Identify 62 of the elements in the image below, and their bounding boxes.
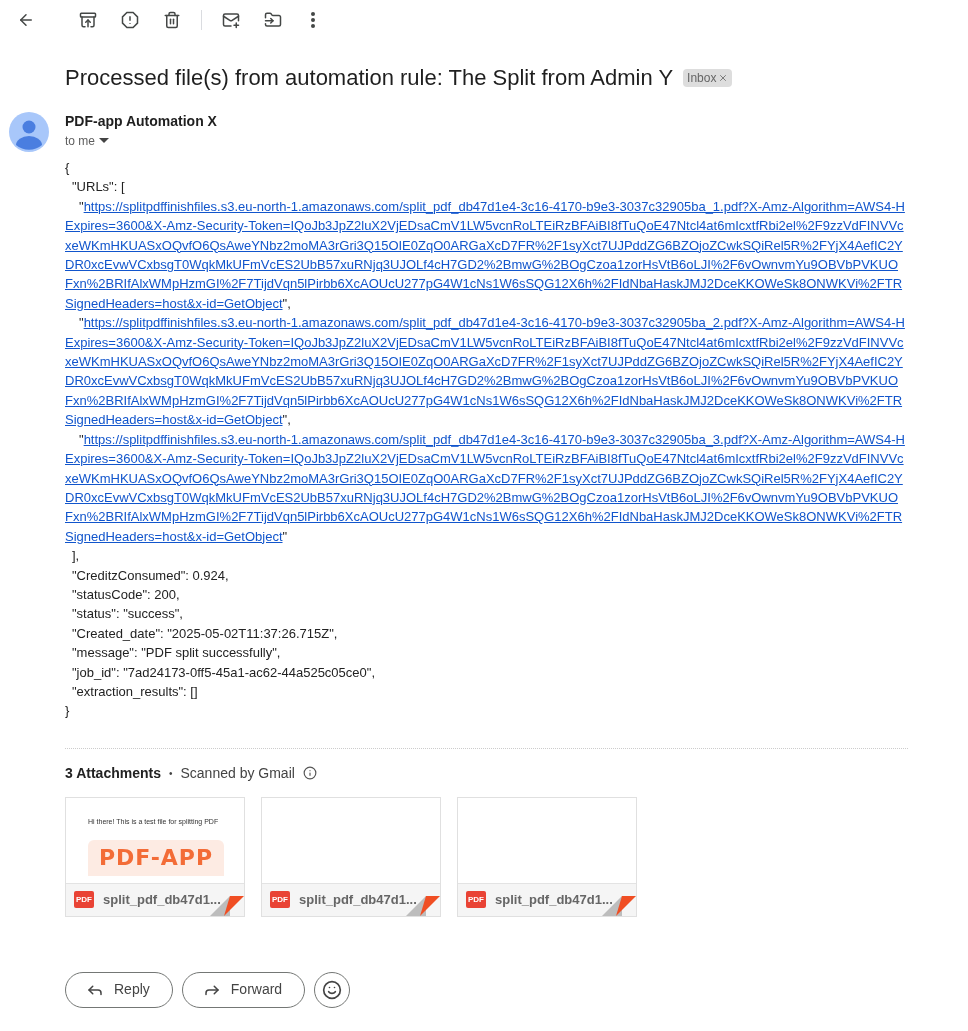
attachment-card[interactable]: PDF split_pdf_db47d1... — [457, 796, 637, 917]
url-link[interactable]: Expires=3600&X-Amz-Security-Token=IQoJb3JpZ2luX2VjEDsaCmV1LW5vcnRoLTEiRzBFAiBI8fTuQoE47Ntcl4at6mIcxtfRbi2el%2F9zzVdFINVVc — [65, 332, 904, 353]
folder-icon — [264, 10, 282, 29]
url-link[interactable]: SignedHeaders=host&x-id=GetObject — [65, 526, 283, 547]
attachment-card[interactable]: PDF split_pdf_db47d1... — [261, 796, 441, 917]
url-link[interactable]: https://splitpdffinishfiles.s3.eu-north-1.amazonaws.com/split_pdf_db47d1e4-3c16-4170-b9e3-3037c32905ba_1.pdf?X-Amz-Algorithm=AWS4-H — [83, 196, 905, 217]
json-line: "job_id": "7ad24173-0ff5-45a1-ac62-44a525c05ce0", — [72, 664, 375, 680]
info-icon[interactable] — [302, 766, 317, 781]
trash-icon — [163, 10, 181, 29]
recipient-dropdown[interactable]: to me — [65, 132, 217, 150]
separator-dot: • — [168, 766, 173, 781]
more-icon — [311, 11, 315, 28]
json-line: "statusCode": 200, — [72, 586, 180, 602]
logo-banner: PDF-APP — [88, 839, 224, 876]
url-link[interactable]: SignedHeaders=host&x-id=GetObject — [65, 410, 283, 430]
json-line: "Created_date": "2025-05-02T11:37:26.715Z", — [72, 625, 338, 641]
exclamation-icon — [121, 10, 139, 29]
emoji-icon — [322, 979, 343, 1000]
json-line: "CreditzConsumed": 0.924, — [72, 567, 229, 583]
url-link[interactable]: xeWKmHKUASxOQvfO6QsAweYNbz2moMA3rGri3Q15OIE0ZqO0ARGaXcD7FR%2F1syXct7UJPddZG6BZOjoZCwkSQiRel5R%2FYjX4AefIC2Y — [65, 352, 903, 372]
pdf-badge: PDF — [270, 891, 290, 909]
url-link[interactable]: Expires=3600&X-Amz-Security-Token=IQoJb3JpZ2luX2VjEDsaCmV1LW5vcnRoLTEiRzBFAiBI8fTuQoE47Ntcl4at6mIcxtfRbi2el%2F9zzVdFINVVc — [65, 216, 904, 236]
json-line: { — [65, 160, 70, 175]
archive-icon — [79, 10, 97, 29]
file-name: split_pdf_db47d1... — [495, 891, 613, 910]
quote-mark: ", — [282, 294, 291, 313]
url-link[interactable]: https://splitpdffinishfiles.s3.eu-north-1.amazonaws.com/split_pdf_db47d1e4-3c16-4170-b9e3-3037c32905ba_3.pdf?X-Amz-Algorithm=AWS4-H — [83, 429, 905, 450]
scan-note: Scanned by Gmail — [180, 763, 295, 783]
quote-mark: " — [282, 527, 288, 546]
url-link[interactable]: DR0xcEvwVCxbsgT0WqkMkUFmVcES2UbB57xuRNjq3UJOLf4cH7GD2%2BmwG%2BOgCzoa1zorHsVtB6oLJI%2F6vOwnvmYu9OBVbPVKUO — [65, 487, 898, 508]
close-icon[interactable] — [718, 73, 729, 83]
json-line: "extraction_results": [] — [72, 683, 198, 699]
url-link[interactable]: DR0xcEvwVCxbsgT0WqkMkUFmVcES2UbB57xuRNjq3UJOLf4cH7GD2%2BmwG%2BOgCzoa1zorHsVtB6oLJI%2F6vOwnvmYu9OBVbPVKUO — [65, 371, 898, 391]
mail-icon — [222, 10, 240, 29]
sender-name: PDF-app Automation X — [65, 112, 217, 130]
url-link[interactable]: Fxn%2BRIfAlxWMpHzmGI%2F7TijdVqn5lPirbb6XcAOUcU277pG4W1cNs1W6sSQG12X6h%2FIdNbaHaskJMJ2DceKKOWeSk8ONWKVi%2FTR — [65, 274, 903, 294]
caret-icon — [99, 138, 109, 144]
quote-mark: ", — [282, 411, 291, 430]
quote-mark: " — [79, 197, 84, 216]
json-line: "URLs": [ — [72, 179, 125, 195]
avatar-icon — [9, 112, 49, 152]
pdf-badge: PDF — [466, 891, 486, 909]
url-link[interactable]: Fxn%2BRIfAlxWMpHzmGI%2F7TijdVqn5lPirbb6XcAOUcU277pG4W1cNs1W6sSQG12X6h%2FIdNbaHaskJMJ2DceKKOWeSk8ONWKVi%2FTR — [65, 507, 903, 527]
file-name: split_pdf_db47d1... — [299, 891, 417, 910]
url-link[interactable]: Expires=3600&X-Amz-Security-Token=IQoJb3JpZ2luX2VjEDsaCmV1LW5vcnRoLTEiRzBFAiBI8fTuQoE47Ntcl4at6mIcxtfRbi2el%2F9zzVdFINVVc — [65, 449, 904, 469]
url-link[interactable]: DR0xcEvwVCxbsgT0WqkMkUFmVcES2UbB57xuRNjq3UJOLf4cH7GD2%2BmwG%2BOgCzoa1zorHsVtB6oLJI%2F6vOwnvmYu9OBVbPVKUO — [65, 255, 898, 275]
url-link[interactable]: SignedHeaders=host&x-id=GetObject — [65, 293, 283, 314]
url-link[interactable]: xeWKmHKUASxOQvfO6QsAweYNbz2moMA3rGri3Q15OIE0ZqO0ARGaXcD7FR%2F1syXct7UJPddZG6BZOjoZCwkSQiRel5R%2FYjX4AefIC2Y — [65, 235, 903, 256]
quote-mark: " — [79, 430, 84, 449]
file-name: split_pdf_db47d1... — [103, 891, 221, 910]
json-line: "status": "success", — [72, 606, 183, 622]
json-line: } — [65, 703, 70, 719]
json-line: ], — [72, 548, 80, 564]
url-link[interactable]: xeWKmHKUASxOQvfO6QsAweYNbz2moMA3rGri3Q15OIE0ZqO0ARGaXcD7FR%2F1syXct7UJPddZG6BZOjoZCwkSQiRel5R%2FYjX4AefIC2Y — [65, 468, 903, 488]
email-subject: Processed file(s) from automation rule: The Split from Admin Y — [65, 64, 674, 92]
label-chip[interactable]: Inbox — [683, 69, 733, 87]
json-line: "message": "PDF split successfully", — [72, 645, 281, 661]
attachments-count: 3 Attachments — [65, 763, 161, 783]
url-link[interactable]: https://splitpdffinishfiles.s3.eu-north-1.amazonaws.com/split_pdf_db47d1e4-3c16-4170-b9e3-3037c32905ba_2.pdf?X-Amz-Algorithm=AWS4-H — [83, 313, 905, 333]
quote-mark: " — [79, 314, 84, 333]
pdf-badge: PDF — [74, 891, 94, 909]
url-link[interactable]: Fxn%2BRIfAlxWMpHzmGI%2F7TijdVqn5lPirbb6XcAOUcU277pG4W1cNs1W6sSQG12X6h%2FIdNbaHaskJMJ2DceKKOWeSk8ONWKVi%2FTR — [65, 390, 903, 411]
